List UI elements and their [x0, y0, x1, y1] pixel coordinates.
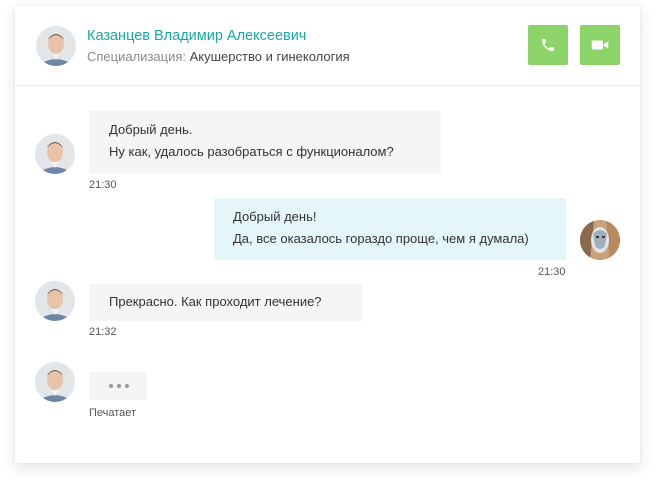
user-avatar [580, 220, 620, 260]
doctor-specialization: Специализация: Акушерство и гинекология [87, 49, 350, 64]
typing-dots-icon [109, 384, 129, 388]
video-call-button[interactable] [580, 25, 620, 65]
message-time: 21:30 [89, 179, 117, 191]
doctor-name[interactable]: Казанцев Владимир Алексеевич [87, 28, 306, 44]
message-bubble-incoming: Добрый день. Ну как, удалось разобраться… [89, 111, 441, 173]
message-time: 21:32 [89, 326, 117, 338]
video-camera-icon [591, 40, 609, 50]
message-line: Добрый день. [109, 122, 193, 137]
doctor-avatar [35, 281, 75, 321]
doctor-avatar[interactable] [36, 26, 76, 66]
phone-icon [542, 39, 554, 51]
specialization-label: Специализация: [87, 49, 186, 64]
voice-call-button[interactable] [528, 25, 568, 65]
typing-bubble [89, 372, 147, 400]
message-time: 21:30 [538, 266, 566, 278]
message-bubble-incoming: Прекрасно. Как проходит лечение? [89, 284, 362, 321]
doctor-avatar [35, 362, 75, 402]
message-line: Прекрасно. Как проходит лечение? [109, 294, 322, 309]
message-line: Ну как, удалось разобраться с функционал… [109, 144, 394, 159]
chat-window: Казанцев Владимир Алексеевич Специализац… [15, 6, 640, 463]
message-line: Добрый день! [233, 209, 317, 224]
chat-header: Казанцев Владимир Алексеевич Специализац… [15, 6, 640, 86]
message-line: Да, все оказалось гораздо проще, чем я д… [233, 231, 529, 246]
typing-status: Печатает [89, 407, 137, 419]
message-bubble-outgoing: Добрый день! Да, все оказалось гораздо п… [214, 198, 566, 260]
doctor-avatar [35, 134, 75, 174]
specialization-value: Акушерство и гинекология [189, 49, 350, 64]
